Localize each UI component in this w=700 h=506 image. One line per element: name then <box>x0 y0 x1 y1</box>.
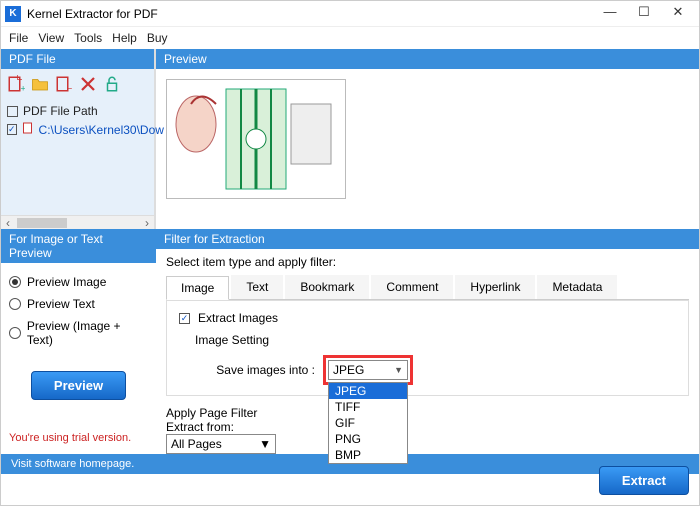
menu-help[interactable]: Help <box>112 31 137 45</box>
format-dropdown: JPEG TIFF GIF PNG BMP <box>328 382 408 464</box>
scroll-right-arrow[interactable]: › <box>140 216 154 230</box>
tab-text[interactable]: Text <box>231 275 283 299</box>
trial-notice: You're using trial version. <box>9 432 148 444</box>
file-list-header[interactable]: PDF File Path <box>7 102 148 120</box>
tab-hyperlink[interactable]: Hyperlink <box>455 275 535 299</box>
file-list: PDF File Path ✓ C:\Users\Kernel30\Dow <box>1 98 154 215</box>
option-jpeg[interactable]: JPEG <box>329 383 407 399</box>
add-pdf-icon[interactable]: + <box>7 75 25 96</box>
tab-comment[interactable]: Comment <box>371 275 453 299</box>
file-path: C:\Users\Kernel30\Dow <box>39 123 164 137</box>
preview-panel-header: Preview <box>156 49 699 69</box>
chevron-down-icon: ▼ <box>259 437 271 451</box>
menu-buy[interactable]: Buy <box>147 31 168 45</box>
format-select[interactable]: JPEG ▼ <box>328 360 408 380</box>
column-header-path: PDF File Path <box>23 104 98 118</box>
menu-tools[interactable]: Tools <box>74 31 102 45</box>
scroll-thumb[interactable] <box>17 218 67 228</box>
filter-tabs: Image Text Bookmark Comment Hyperlink Me… <box>166 275 689 300</box>
svg-text:−: − <box>67 84 72 94</box>
chevron-down-icon: ▼ <box>394 365 403 375</box>
scroll-left-arrow[interactable]: ‹ <box>1 216 15 230</box>
file-toolbar: + − <box>1 69 154 98</box>
extract-images-checkbox[interactable]: ✓ <box>179 313 190 324</box>
preview-area <box>156 69 699 229</box>
preview-thumbnail[interactable] <box>166 79 346 199</box>
maximize-button[interactable]: ☐ <box>627 4 661 24</box>
preview-button[interactable]: Preview <box>31 371 126 400</box>
option-gif[interactable]: GIF <box>329 415 407 431</box>
menu-view[interactable]: View <box>38 31 64 45</box>
tab-metadata[interactable]: Metadata <box>537 275 617 299</box>
extract-images-row[interactable]: ✓Extract Images <box>179 311 676 325</box>
menu-file[interactable]: File <box>9 31 28 45</box>
image-filter-panel: ✓Extract Images Image Setting Save image… <box>166 300 689 396</box>
option-bmp[interactable]: BMP <box>329 447 407 463</box>
minimize-button[interactable]: — <box>593 4 627 24</box>
radio-icon <box>9 298 21 310</box>
apply-page-filter-label: Apply Page Filter <box>166 406 689 420</box>
extract-button[interactable]: Extract <box>599 466 689 495</box>
menu-bar: File View Tools Help Buy <box>1 27 699 49</box>
svg-text:+: + <box>21 84 26 94</box>
app-icon: K <box>5 6 21 22</box>
close-button[interactable]: ✕ <box>661 4 695 24</box>
filter-prompt: Select item type and apply filter: <box>166 255 689 269</box>
tab-bookmark[interactable]: Bookmark <box>285 275 369 299</box>
remove-pdf-icon[interactable]: − <box>55 75 73 96</box>
page-range-select[interactable]: All Pages▼ <box>166 434 276 454</box>
select-all-checkbox[interactable] <box>7 106 18 117</box>
add-folder-icon[interactable] <box>31 75 49 96</box>
horizontal-scrollbar[interactable]: ‹ › <box>1 215 154 229</box>
file-row[interactable]: ✓ C:\Users\Kernel30\Dow <box>7 120 148 139</box>
option-tiff[interactable]: TIFF <box>329 399 407 415</box>
image-setting-label: Image Setting <box>195 333 676 347</box>
pdf-file-panel-header: PDF File <box>1 49 154 69</box>
radio-icon <box>9 276 21 288</box>
filter-panel-header: Filter for Extraction <box>156 229 699 249</box>
radio-icon <box>9 327 21 339</box>
format-highlight: JPEG ▼ JPEG TIFF GIF PNG BMP <box>323 355 413 385</box>
delete-icon[interactable] <box>79 75 97 96</box>
radio-preview-both[interactable]: Preview (Image + Text) <box>9 315 148 351</box>
window-title: Kernel Extractor for PDF <box>27 7 593 21</box>
tab-image[interactable]: Image <box>166 276 229 300</box>
option-png[interactable]: PNG <box>329 431 407 447</box>
radio-preview-image[interactable]: Preview Image <box>9 271 148 293</box>
file-checkbox[interactable]: ✓ <box>7 124 17 135</box>
extract-from-label: Extract from: <box>166 420 234 434</box>
pdf-file-icon <box>22 122 34 137</box>
save-into-label: Save images into : <box>195 363 315 377</box>
radio-preview-text[interactable]: Preview Text <box>9 293 148 315</box>
unlock-icon[interactable] <box>103 75 121 96</box>
preview-options-header: For Image or Text Preview <box>1 229 156 263</box>
page-filter-section: Apply Page Filter Extract from: All Page… <box>166 406 689 454</box>
